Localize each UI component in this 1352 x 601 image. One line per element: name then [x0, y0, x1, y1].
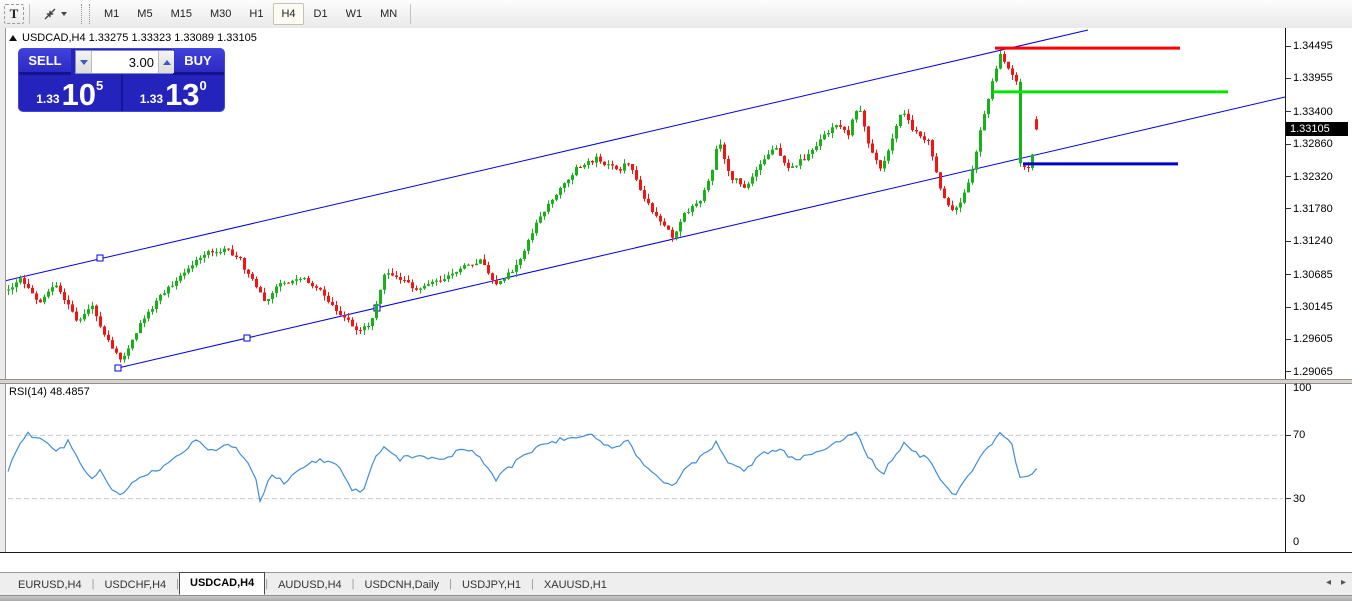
price-tick-mark: [1286, 241, 1291, 242]
price-tick-label: 1.29605: [1293, 333, 1351, 345]
chart-tab-eurusd-h4[interactable]: EURUSD,H4: [8, 575, 92, 595]
tab-scroll-left-icon[interactable]: ◂: [1326, 577, 1331, 588]
indicator-splitter[interactable]: [0, 379, 1352, 384]
buy-button[interactable]: BUY: [172, 49, 224, 75]
rsi-level-label: 70: [1293, 429, 1351, 441]
rsi-tick-mark: [1286, 498, 1291, 499]
one-click-trading-panel: SELL BUY 1.33105 1.33130: [18, 48, 225, 112]
volume-decrease-button[interactable]: [76, 51, 92, 73]
price-tick-label: 1.32860: [1293, 138, 1351, 150]
sell-button[interactable]: SELL: [19, 49, 71, 75]
rsi-level-label: 100: [1293, 382, 1351, 394]
tab-scroll-buttons: ◂ ▸: [1326, 577, 1346, 588]
tab-bar-bottom-strip: [0, 595, 1352, 601]
chart-tab-xauusd-h1[interactable]: XAUUSD,H1: [534, 575, 617, 595]
timeframe-button-w1[interactable]: W1: [338, 3, 371, 25]
rsi-tick-mark: [1286, 435, 1291, 436]
diagonal-arrows-icon: [43, 7, 57, 21]
timeframe-button-h1[interactable]: H1: [241, 3, 271, 25]
price-tick-label: 1.30145: [1293, 301, 1351, 313]
rsi-level-label: 0: [1293, 536, 1351, 548]
chart-tab-usdchf-h4[interactable]: USDCHF,H4: [94, 575, 176, 595]
rsi-indicator-plot[interactable]: [0, 382, 1285, 552]
toolbar-separator: [410, 4, 411, 24]
volume-increase-button[interactable]: [158, 51, 174, 73]
toolbar-separator: [29, 4, 30, 24]
price-tick-label: 1.33400: [1293, 106, 1351, 118]
price-tick-label: 1.31240: [1293, 235, 1351, 247]
chevron-down-icon: [61, 12, 67, 16]
price-tick-label: 1.32320: [1293, 171, 1351, 183]
chart-tab-usdjpy-h1[interactable]: USDJPY,H1: [452, 575, 531, 595]
text-tool-icon: T: [10, 6, 19, 22]
buy-price-pipette: 0: [200, 78, 207, 93]
tab-scroll-right-icon[interactable]: ▸: [1341, 577, 1346, 588]
rsi-level-label: 30: [1293, 493, 1351, 505]
price-tick-mark: [1286, 144, 1291, 145]
price-tick-label: 1.30685: [1293, 269, 1351, 281]
symbol-direction-icon: [9, 35, 17, 41]
spinner-down-icon: [80, 60, 88, 65]
timeframe-button-m30[interactable]: M30: [202, 3, 239, 25]
chart-tab-audusd-h4[interactable]: AUDUSD,H4: [268, 575, 352, 595]
price-tick-label: 1.33955: [1293, 72, 1351, 84]
timeframe-button-m15[interactable]: M15: [163, 3, 200, 25]
price-tick-mark: [1286, 111, 1291, 112]
sell-price-button[interactable]: 1.33105: [19, 75, 123, 112]
buy-price-big-digits: 13: [165, 80, 199, 110]
price-tick-mark: [1286, 46, 1291, 47]
price-tick-mark: [1286, 78, 1291, 79]
chart-tab-usdcnh-daily[interactable]: USDCNH,Daily: [355, 575, 450, 595]
volume-control: [75, 50, 173, 74]
price-tick-mark: [1286, 307, 1291, 308]
timeframe-button-m5[interactable]: M5: [129, 3, 160, 25]
chart-left-edge: [0, 28, 6, 552]
toolbar-drag-handle[interactable]: [81, 4, 90, 24]
price-axis-border: [1285, 28, 1286, 552]
price-tick-mark: [1286, 339, 1291, 340]
timeframe-button-m1[interactable]: M1: [96, 3, 127, 25]
top-toolbar: T M1M5M15M30H1H4D1W1MN: [0, 0, 1352, 29]
chart-window: USDCAD,H4 1.33275 1.33323 1.33089 1.3310…: [0, 28, 1352, 572]
price-tick-mark: [1286, 208, 1291, 209]
current-price-tag: 1.33105: [1286, 122, 1348, 136]
sell-price-pipette: 5: [96, 78, 103, 93]
chart-symbol-line: USDCAD,H4 1.33275 1.33323 1.33089 1.3310…: [9, 32, 257, 44]
chart-tab-bar: EURUSD,H4|USDCHF,H4|USDCAD,H4|AUDUSD,H4|…: [0, 572, 1352, 600]
sell-price-big-digits: 10: [62, 80, 96, 110]
buy-price-prefix: 1.33: [140, 92, 163, 106]
timeframe-button-d1[interactable]: D1: [306, 3, 336, 25]
symbol-ohlc-text: USDCAD,H4 1.33275 1.33323 1.33089 1.3310…: [22, 32, 257, 44]
chart-bottom-border: [0, 552, 1352, 553]
text-tool-button[interactable]: T: [4, 4, 24, 24]
timeframe-button-mn[interactable]: MN: [372, 3, 405, 25]
price-tick-label: 1.31780: [1293, 203, 1351, 215]
buy-price-button[interactable]: 1.33130: [123, 75, 225, 112]
sell-price-prefix: 1.33: [36, 92, 59, 106]
price-tick-label: 1.34495: [1293, 40, 1351, 52]
price-tick-mark: [1286, 176, 1291, 177]
price-tick-label: 1.29065: [1293, 366, 1351, 378]
volume-input[interactable]: [92, 51, 158, 73]
price-tick-mark: [1286, 371, 1291, 372]
spinner-up-icon: [163, 60, 171, 65]
rsi-indicator-label: RSI(14) 48.4857: [9, 386, 90, 398]
chart-tab-usdcad-h4[interactable]: USDCAD,H4: [179, 572, 265, 595]
timeframe-toolbar: M1M5M15M30H1H4D1W1MN: [95, 3, 406, 25]
trade-levels-arrows-button[interactable]: [35, 3, 75, 25]
timeframe-button-h4[interactable]: H4: [273, 3, 303, 25]
price-tick-mark: [1286, 274, 1291, 275]
